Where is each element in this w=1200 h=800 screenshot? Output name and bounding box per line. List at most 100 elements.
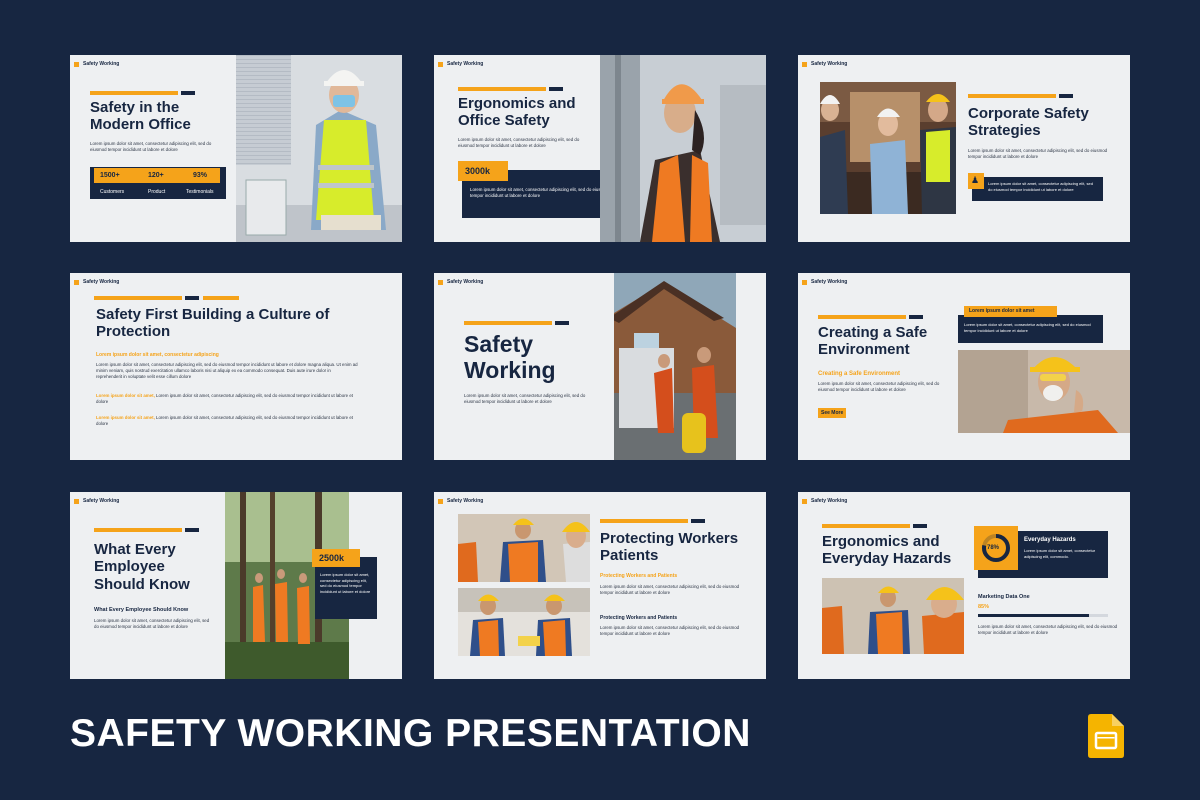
brand-label: Safety Working	[438, 279, 483, 285]
brand-label: Safety Working	[438, 61, 483, 67]
accent-bar	[94, 296, 182, 300]
stat-label: Customers	[100, 189, 125, 195]
slide-title: Protecting Workers Patients	[600, 530, 739, 565]
brand-label: Safety Working	[74, 498, 119, 504]
slide-subtitle: Lorem ipsum dolor sit amet, consectetur …	[96, 352, 219, 358]
brand-label: Safety Working	[438, 498, 483, 504]
data-label: Marketing Data One	[978, 594, 1030, 600]
stat-label: Testimonials	[186, 189, 214, 195]
slide-thumbnail-2[interactable]: Safety Working Ergonomics and Office Saf…	[434, 55, 766, 242]
brand-logo-icon	[802, 279, 807, 285]
presentation-title: SAFETY WORKING PRESENTATION	[70, 712, 751, 755]
brand-logo-icon	[438, 61, 443, 67]
slide-body-text: Lorem ipsum dolor sit amet, consectetur …	[818, 381, 940, 393]
workers-tablet-photo	[458, 588, 590, 656]
brand-label: Safety Working	[802, 61, 847, 67]
progress-track	[978, 614, 1108, 617]
brand-logo-icon	[438, 498, 443, 504]
brand-logo-icon	[802, 61, 807, 67]
progress-fill	[978, 614, 1089, 617]
brand-logo-icon	[74, 61, 79, 67]
see-more-button[interactable]: See More	[818, 408, 846, 418]
accent-bar-dark	[909, 315, 923, 319]
slide-subtitle: Creating a Safe Environment	[818, 371, 901, 377]
slide-thumbnail-6[interactable]: Safety Working Creating a Safe Environme…	[798, 273, 1130, 460]
workers-house-photo	[614, 273, 736, 460]
stat-label: Product	[148, 189, 166, 195]
slide-thumbnail-7[interactable]: Safety Working What Every Employee Shoul…	[70, 492, 402, 679]
slide-thumbnail-1[interactable]: Safety Working Safety in the Modern Offi…	[70, 55, 402, 242]
slide-title: Safety First Building a Culture of Prote…	[96, 306, 330, 341]
brand-logo-icon	[438, 279, 443, 285]
box-title: Everyday Hazards	[1024, 537, 1076, 543]
accent-bar-dark	[181, 91, 195, 95]
paragraph-lead: Lorem ipsum dolor sit amet,	[96, 415, 155, 420]
accent-bar	[968, 94, 1056, 98]
slide-title: Safety Working	[464, 331, 556, 384]
slide-thumbnail-4[interactable]: Safety Working Safety First Building a C…	[70, 273, 402, 460]
workers-hardhats-photo	[822, 578, 964, 654]
stat-value: 93%	[193, 172, 208, 179]
slide-thumbnail-8[interactable]: Safety Working Protecting Workers Patien…	[434, 492, 766, 679]
data-value: 85%	[978, 604, 990, 610]
workers-vests-photo	[458, 514, 590, 582]
slide-subtitle: Protecting Workers and Patients	[600, 615, 678, 621]
slide-subtitle: Protecting Workers and Patients	[600, 573, 678, 579]
slide-title: Corporate Safety Strategies	[968, 105, 1089, 140]
team-meeting-photo	[820, 82, 956, 214]
worker-office-photo	[236, 55, 402, 242]
stat-value: 1500+	[100, 172, 120, 179]
construction-worker-photo	[600, 55, 766, 242]
slide-paragraph: Lorem ipsum dolor sit amet, consectetur …	[96, 362, 358, 380]
worker-mask-photo	[958, 350, 1130, 433]
slide-thumbnail-3[interactable]: Safety Working Corporate Safety Strategi…	[798, 55, 1130, 242]
google-slides-icon	[1088, 714, 1124, 758]
box-text: Lorem ipsum dolor sit amet, consectetur …	[1024, 548, 1096, 559]
brand-label: Safety Working	[802, 498, 847, 504]
accent-bar	[203, 296, 239, 300]
accent-bar	[90, 91, 178, 95]
info-panel-text: Lorem ipsum dolor sit amet, consectetur …	[988, 181, 1093, 192]
accent-bar-dark	[185, 296, 199, 300]
accent-bar-dark	[549, 87, 563, 91]
slide-thumbnail-9[interactable]: Safety Working Ergonomics and Everyday H…	[798, 492, 1130, 679]
accent-bar	[464, 321, 552, 325]
gauge-value: 78%	[987, 545, 1000, 551]
slide-title: Ergonomics and Everyday Hazards	[822, 533, 952, 568]
accent-bar	[822, 524, 910, 528]
brand-logo-icon	[802, 498, 807, 504]
slide-title: Safety in the Modern Office	[90, 99, 191, 134]
slide-subtitle: What Every Employee Should Know	[94, 607, 189, 613]
brand-label: Safety Working	[802, 279, 847, 285]
info-panel-text: Lorem ipsum dolor sit amet, consectetur …	[320, 572, 371, 594]
badge-value: 2500k	[319, 553, 345, 563]
slide-body-text: Lorem ipsum dolor sit amet, consectetur …	[94, 618, 210, 630]
info-panel-text: Lorem ipsum dolor sit amet, consectetur …	[470, 187, 610, 199]
info-panel-text: Lorem ipsum dolor sit amet, consectetur …	[964, 322, 1091, 333]
slide-body-text: Lorem ipsum dolor sit amet, consectetur …	[968, 148, 1108, 160]
slide-body-text: Lorem ipsum dolor sit amet, consectetur …	[458, 137, 580, 149]
accent-bar-dark	[691, 519, 705, 523]
brand-logo-icon	[74, 279, 79, 285]
see-more-label: See More	[821, 410, 844, 416]
stat-value: 120+	[148, 172, 164, 179]
slide-thumbnail-5[interactable]: Safety Working Safety Working Lorem ipsu…	[434, 273, 766, 460]
accent-bar-dark	[555, 321, 569, 325]
paragraph-lead: Lorem ipsum dolor sit amet,	[96, 393, 155, 398]
slide-body-text: Lorem ipsum dolor sit amet, consectetur …	[978, 624, 1118, 636]
brand-logo-icon	[74, 498, 79, 504]
people-icon: ♟	[971, 175, 980, 185]
slide-body-text: Lorem ipsum dolor sit amet, consectetur …	[464, 393, 586, 405]
slide-title: What Every Employee Should Know	[94, 541, 190, 593]
slide-title: Ergonomics and Office Safety	[458, 95, 576, 130]
accent-bar-dark	[1059, 94, 1073, 98]
slide-title: Creating a Safe Environment	[818, 324, 928, 359]
slide-body-text: Lorem ipsum dolor sit amet, consectetur …	[90, 141, 212, 153]
brand-label: Safety Working	[74, 279, 119, 285]
accent-bar	[458, 87, 546, 91]
slide-body-text: Lorem ipsum dolor sit amet, consectetur …	[600, 584, 740, 596]
accent-bar	[600, 519, 688, 523]
accent-bar	[818, 315, 906, 319]
slide-paragraph: Lorem ipsum dolor sit amet, Lorem ipsum …	[96, 415, 358, 427]
accent-bar-dark	[913, 524, 927, 528]
